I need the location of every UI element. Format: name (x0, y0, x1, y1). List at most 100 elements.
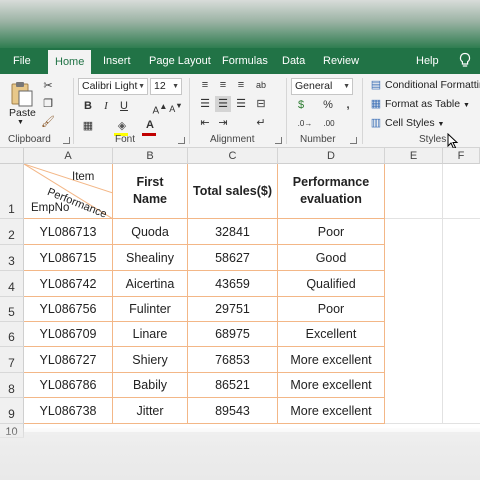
number-format-select[interactable]: General ▼ (291, 78, 353, 95)
empno-cell[interactable]: YL086715 (24, 245, 113, 271)
italic-button[interactable]: I (98, 98, 114, 114)
empno-cell[interactable]: YL086713 (24, 219, 113, 245)
first-name-cell[interactable]: Aicertina (113, 271, 188, 297)
font-name-select[interactable]: Calibri Light ▼ (78, 78, 148, 95)
increase-decimal-icon[interactable]: .0→ (297, 116, 313, 132)
row-header-5[interactable]: 5 (0, 297, 24, 322)
worksheet-grid[interactable]: Item Performance EmpNo First Name Total … (24, 164, 480, 432)
decrease-indent-icon[interactable]: ⇤ (197, 115, 213, 131)
cut-icon[interactable]: ✂ (40, 78, 56, 94)
column-header-d[interactable]: D (278, 148, 385, 164)
copy-icon[interactable]: ❐ (40, 96, 56, 112)
tab-help[interactable]: Help (416, 48, 439, 74)
accounting-format-icon[interactable]: $ (293, 97, 309, 113)
cell-styles-icon[interactable]: ▥ (368, 115, 384, 131)
row-header-2[interactable]: 2 (0, 219, 24, 245)
evaluation-cell[interactable]: Poor (278, 219, 385, 245)
lightbulb-icon[interactable] (458, 52, 472, 69)
orientation-icon[interactable]: ab (253, 77, 269, 93)
paste-dropdown-icon[interactable]: ▼ (17, 119, 24, 126)
tab-review[interactable]: Review (323, 48, 359, 74)
first-name-cell[interactable]: Linare (113, 322, 188, 347)
header-evaluation[interactable]: Performance evaluation (278, 164, 385, 219)
evaluation-cell[interactable]: Qualified (278, 271, 385, 297)
evaluation-cell[interactable]: Excellent (278, 322, 385, 347)
first-name-cell[interactable]: Babily (113, 373, 188, 398)
alignment-launcher-icon[interactable] (275, 137, 282, 144)
fill-color-icon[interactable]: ◈ (114, 118, 130, 134)
format-painter-icon[interactable]: 🖌 (40, 114, 56, 130)
increase-font-icon[interactable]: A▲ (152, 98, 168, 116)
bold-button[interactable]: B (80, 98, 96, 114)
conditional-formatting-icon[interactable]: ▤ (368, 77, 384, 93)
empno-cell[interactable]: YL086742 (24, 271, 113, 297)
header-first-name[interactable]: First Name (113, 164, 188, 219)
total-sales-cell[interactable]: 86521 (188, 373, 278, 398)
decrease-decimal-icon[interactable]: .00 (321, 116, 337, 132)
column-header-a[interactable]: A (24, 148, 113, 164)
header-total-sales[interactable]: Total sales($) (188, 164, 278, 219)
tab-insert[interactable]: Insert (103, 48, 131, 74)
evaluation-cell[interactable]: Good (278, 245, 385, 271)
total-sales-cell[interactable]: 29751 (188, 297, 278, 322)
total-sales-cell[interactable]: 68975 (188, 322, 278, 347)
row-header-4[interactable]: 4 (0, 271, 24, 297)
format-as-table-icon[interactable]: ▦ (368, 96, 384, 112)
row-header-1[interactable]: 1 (0, 164, 24, 219)
select-all-corner[interactable] (0, 148, 24, 164)
empno-cell[interactable]: YL086738 (24, 398, 113, 424)
row-header-3[interactable]: 3 (0, 245, 24, 271)
align-right-icon[interactable]: ☰ (233, 96, 249, 112)
comma-style-icon[interactable]: , (340, 97, 356, 113)
row-header-9[interactable]: 9 (0, 398, 24, 424)
row-header-7[interactable]: 7 (0, 347, 24, 373)
font-launcher-icon[interactable] (178, 137, 185, 144)
empty-cell[interactable] (385, 164, 443, 219)
first-name-cell[interactable]: Fulinter (113, 297, 188, 322)
column-header-f[interactable]: F (443, 148, 480, 164)
first-name-cell[interactable]: Jitter (113, 398, 188, 424)
wrap-text-icon[interactable]: ↵ (253, 115, 269, 131)
first-name-cell[interactable]: Shiery (113, 347, 188, 373)
font-size-select[interactable]: 12 ▼ (150, 78, 182, 95)
evaluation-cell[interactable]: More excellent (278, 398, 385, 424)
percent-icon[interactable]: % (320, 97, 336, 113)
empno-cell[interactable]: YL086727 (24, 347, 113, 373)
column-header-b[interactable]: B (113, 148, 188, 164)
row-header-6[interactable]: 6 (0, 322, 24, 347)
tab-file[interactable]: File (13, 48, 31, 74)
evaluation-cell[interactable]: Poor (278, 297, 385, 322)
paste-icon[interactable] (10, 80, 34, 108)
clipboard-launcher-icon[interactable] (63, 137, 70, 144)
column-header-c[interactable]: C (188, 148, 278, 164)
align-top-icon[interactable]: ≡ (197, 77, 213, 93)
decrease-font-icon[interactable]: A▼ (168, 98, 184, 114)
borders-icon[interactable]: ▦ (80, 118, 96, 134)
align-center-icon[interactable]: ☰ (215, 96, 231, 112)
empno-cell[interactable]: YL086786 (24, 373, 113, 398)
tab-data[interactable]: Data (282, 48, 305, 74)
empty-column-e[interactable] (385, 219, 443, 424)
empno-cell[interactable]: YL086709 (24, 322, 113, 347)
empty-column-f[interactable] (443, 219, 480, 424)
align-middle-icon[interactable]: ≡ (215, 77, 231, 93)
evaluation-cell[interactable]: More excellent (278, 373, 385, 398)
empno-cell[interactable]: YL086756 (24, 297, 113, 322)
paste-button[interactable]: Paste (9, 107, 36, 119)
total-sales-cell[interactable]: 89543 (188, 398, 278, 424)
total-sales-cell[interactable]: 76853 (188, 347, 278, 373)
cell-styles-button[interactable]: Cell Styles ▼ (385, 117, 444, 129)
total-sales-cell[interactable]: 58627 (188, 245, 278, 271)
tab-home[interactable]: Home (48, 50, 92, 74)
empty-cell[interactable] (443, 164, 480, 219)
row-header-8[interactable]: 8 (0, 373, 24, 398)
increase-indent-icon[interactable]: ⇥ (215, 115, 231, 131)
number-launcher-icon[interactable] (350, 137, 357, 144)
diagonal-header-cell[interactable]: Item Performance EmpNo (24, 164, 113, 221)
format-as-table-button[interactable]: Format as Table ▼ (385, 98, 470, 110)
column-header-e[interactable]: E (385, 148, 443, 164)
evaluation-cell[interactable]: More excellent (278, 347, 385, 373)
conditional-formatting-button[interactable]: Conditional Formatting (385, 79, 480, 91)
tab-page-layout[interactable]: Page Layout (149, 48, 211, 74)
align-left-icon[interactable]: ☰ (197, 96, 213, 112)
